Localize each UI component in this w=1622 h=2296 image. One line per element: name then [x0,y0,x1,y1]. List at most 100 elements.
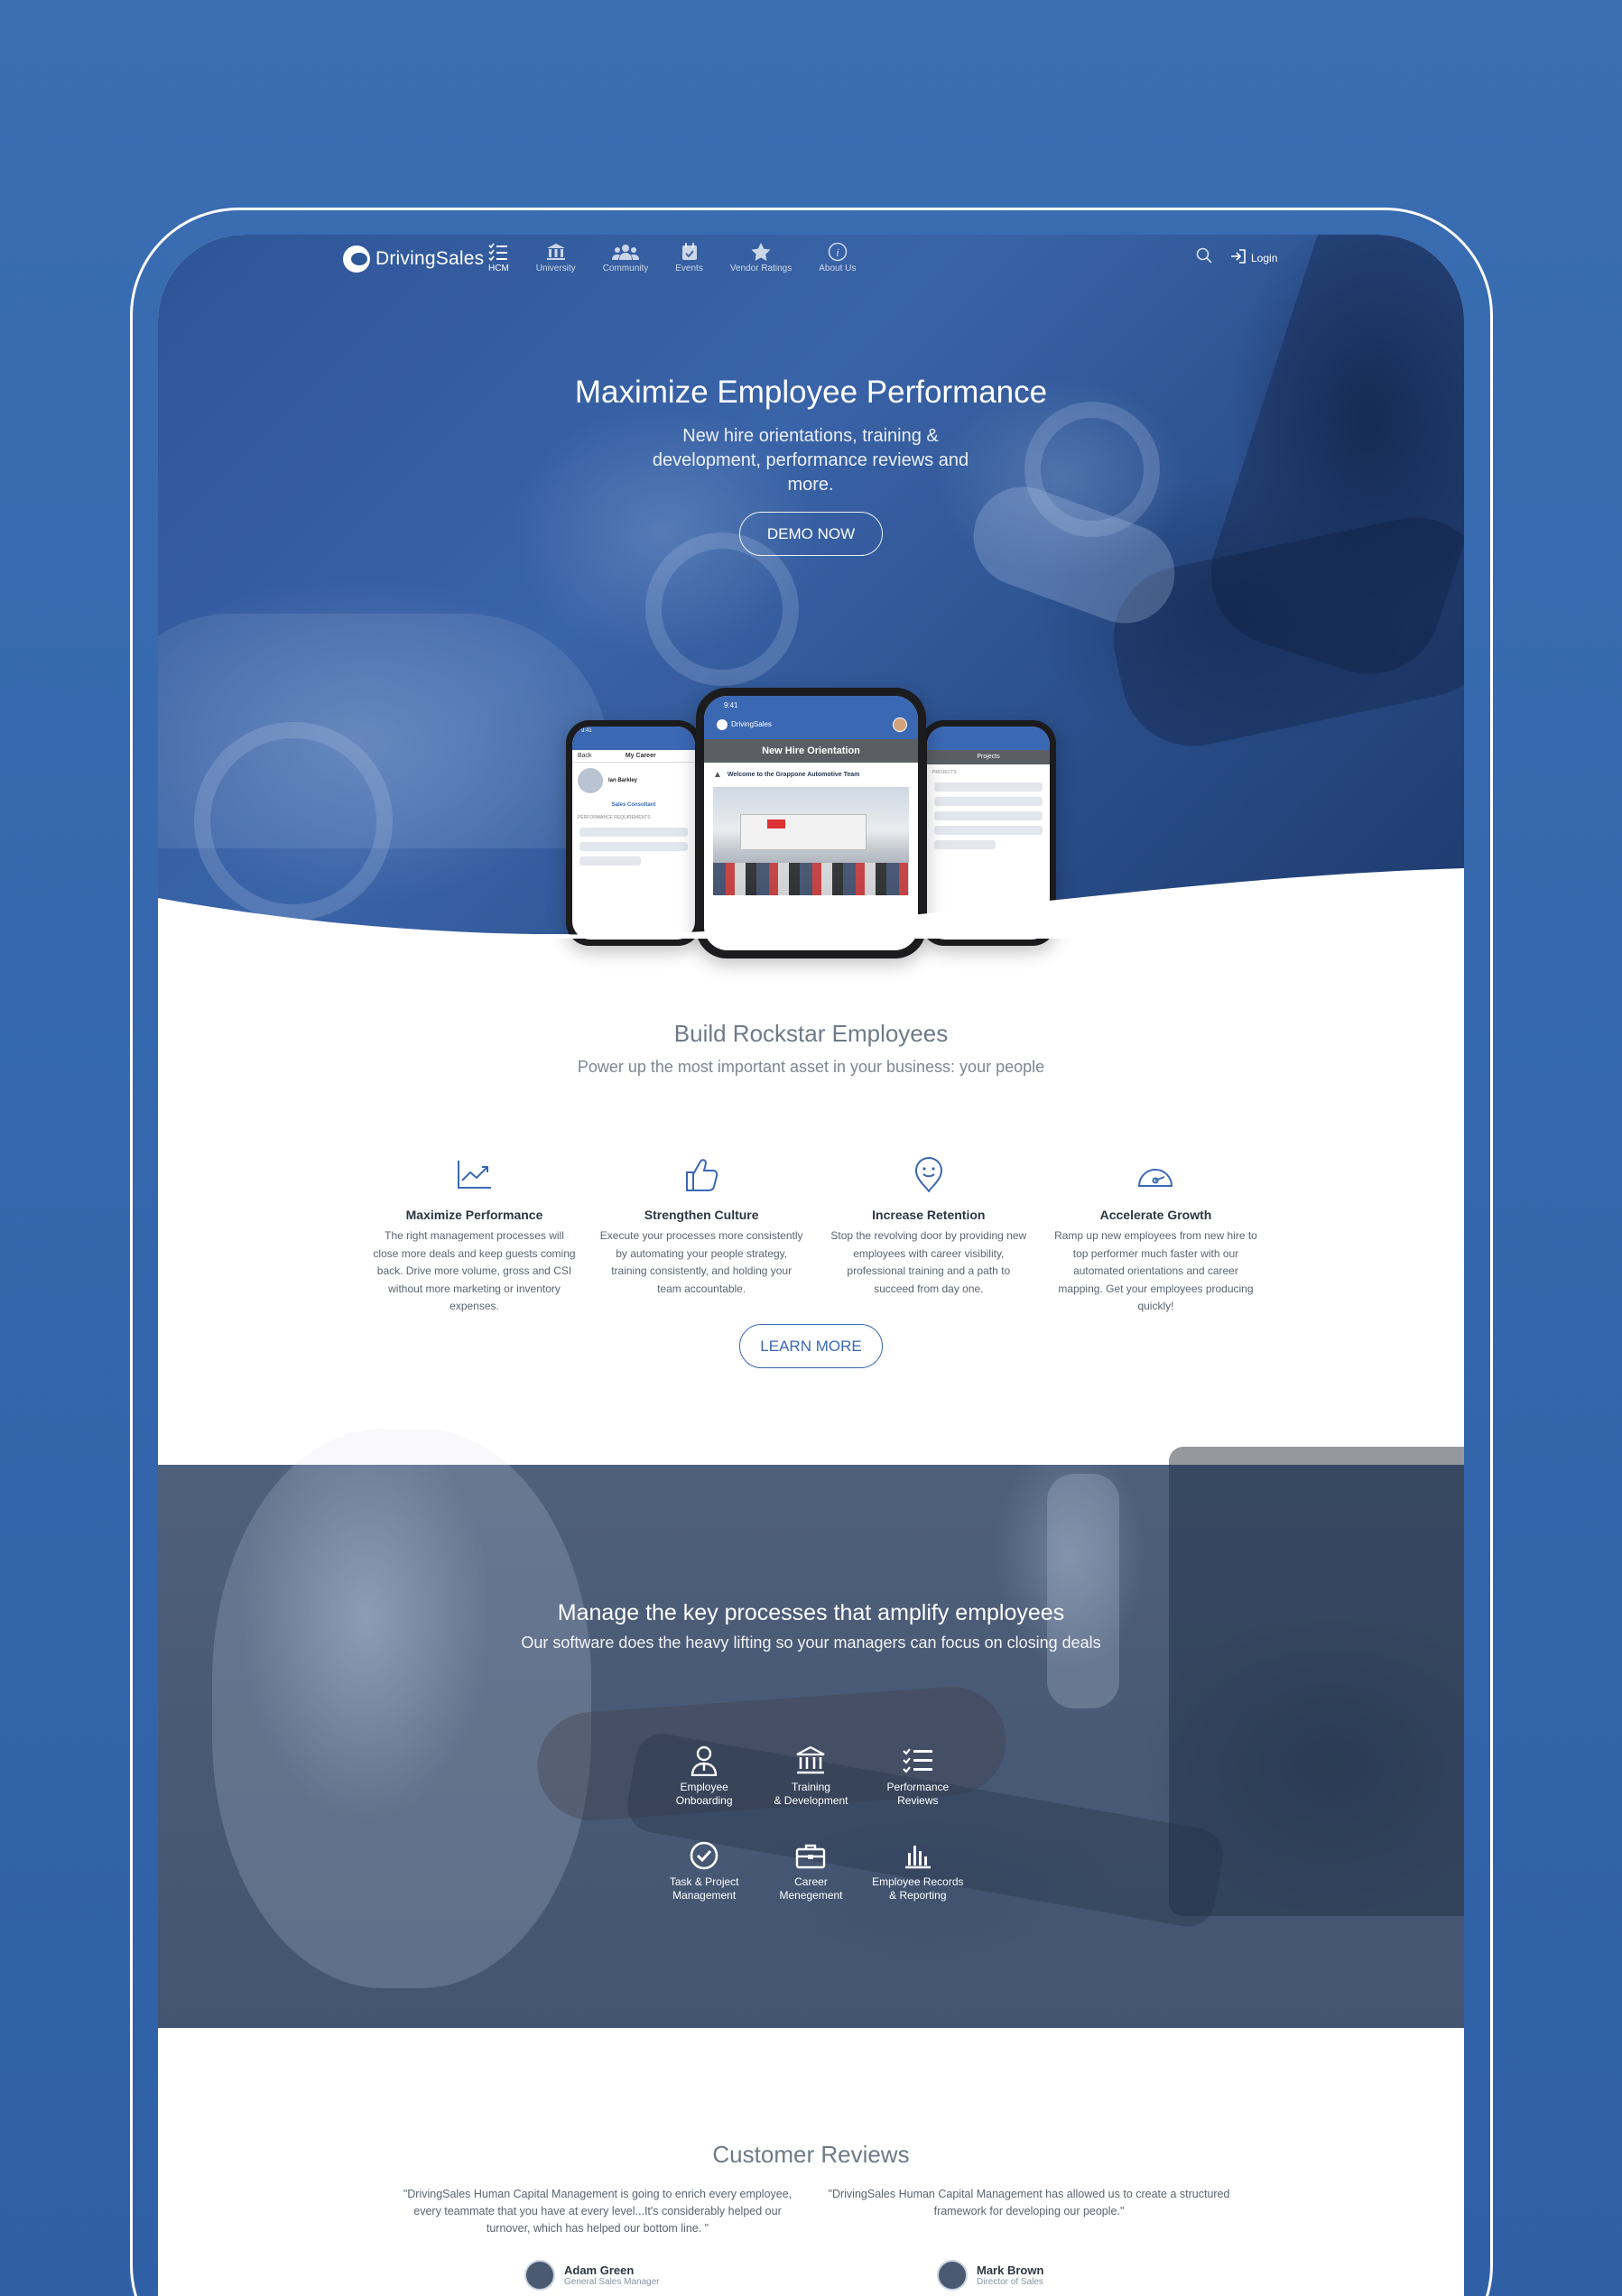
avatar [524,2260,555,2291]
avatar [893,718,907,732]
login-icon [1230,249,1247,266]
reviewer: Mark Brown Director of Sales [937,2260,1043,2291]
reviewer-role: General Sales Manager [564,2277,660,2287]
process-item[interactable]: Performance Reviews [865,1745,971,1808]
process-item[interactable]: Employee Records & Reporting [865,1839,971,1903]
feature-text: Stop the revolving door by providing new… [830,1229,1027,1295]
learn-more-button[interactable]: LEARN MORE [739,1324,883,1368]
employee-icon [651,1745,757,1777]
nav-label: University [535,264,576,273]
svg-text:i: i [836,245,839,259]
feature-card: Increase Retention Stop the revolving do… [827,1155,1030,1316]
review-quote: "DrivingSales Human Capital Management h… [828,2188,1230,2217]
nav-item-hcm[interactable]: HCM [488,242,509,273]
process-label: Employee Onboarding [675,1781,733,1807]
phone-left-back: Back [578,753,592,759]
nav-label: Vendor Ratings [729,264,792,273]
nav-item-about-us[interactable]: i About Us [819,242,856,273]
info-icon: i [828,242,848,262]
phone-center-card-title: Welcome to the Grappone Automotive Team [727,772,860,778]
process-section: Manage the key processes that amplify em… [158,1429,1464,2028]
reviewer-name: Mark Brown [977,2264,1044,2277]
nav-label: About Us [819,264,857,273]
avatar [937,2260,968,2291]
feature-text: Ramp up new employees from new hire to t… [1054,1229,1257,1312]
reviews-title: Customer Reviews [712,2141,910,2168]
hero-section: DrivingSales HCM University Community Ev… [158,235,1464,958]
people-icon [611,242,639,262]
phone-left-title: My Career [625,753,656,759]
process-label: Training & Development [774,1781,848,1807]
feature-text: The right management processes will clos… [373,1229,576,1312]
process-subtitle: Our software does the heavy lifting so y… [521,1634,1101,1652]
phone-center-time: 9:41 [724,701,738,709]
phone-center-logo-icon [717,719,728,730]
reviewer-role: Director of Sales [977,2277,1043,2287]
phone-right-title: Projects [927,750,1050,764]
login-label: Login [1251,251,1278,264]
calendar-icon [681,242,698,262]
nav-item-university[interactable]: University [536,242,576,273]
logo-mark-icon [343,245,370,273]
reviews-section: Customer Reviews "DrivingSales Human Cap… [158,2028,1464,2296]
search-icon[interactable] [1196,247,1212,268]
process-label: Career Menegement [779,1875,843,1902]
process-item[interactable]: Employee Onboarding [651,1745,757,1808]
feature-card: Strengthen Culture Execute your processe… [600,1155,803,1316]
feature-title: Accelerate Growth [1099,1208,1212,1222]
hero-title: Maximize Employee Performance [574,375,1048,410]
reviewer-name: Adam Green [564,2264,635,2277]
hero-subtitle: New hire orientations, training & develo… [652,426,969,495]
feature-title: Increase Retention [872,1208,986,1222]
bank-icon [757,1745,864,1777]
nav-item-community[interactable]: Community [602,242,649,273]
reviewer: Adam Green General Sales Manager [524,2260,660,2291]
bar-chart-icon [865,1839,971,1872]
graduation-icon: ▲ [713,770,722,780]
speedometer-icon [1054,1155,1257,1193]
trend-chart-icon [373,1155,576,1193]
top-nav: DrivingSales HCM University Community Ev… [158,235,1464,307]
process-item[interactable]: Task & Project Management [651,1839,757,1903]
nav-item-events[interactable]: Events [675,242,703,273]
phone-left-section: PERFORMANCE REQUIREMENTS [578,815,651,820]
smiley-pin-icon [827,1155,1030,1193]
feature-title: Maximize Performance [405,1208,543,1222]
check-circle-icon [651,1839,757,1872]
process-label: Performance Reviews [886,1781,950,1807]
feature-title: Strengthen Culture [644,1208,759,1222]
phone-center-title: New Hire Orientation [704,739,918,763]
checklist-icon [488,242,508,262]
logo[interactable]: DrivingSales [343,245,484,273]
process-label: Employee Records & Reporting [872,1875,964,1902]
avatar [578,768,603,793]
briefcase-icon [757,1839,864,1872]
demo-now-button[interactable]: DEMO NOW [739,512,883,556]
login-button[interactable]: Login [1230,249,1277,266]
process-item[interactable]: Career Menegement [757,1839,864,1903]
checklist-icon [865,1745,971,1777]
process-grid: Employee Onboarding Training & Developme… [651,1745,971,1903]
hero-wave-divider [158,868,1464,939]
nav-label: HCM [488,264,509,273]
phone-center-app-name: DrivingSales [731,720,772,728]
phone-right-section: PROJECTS [932,770,957,775]
process-item[interactable]: Training & Development [757,1745,864,1808]
review-quote: "DrivingSales Human Capital Management i… [403,2188,792,2235]
features-title: Build Rockstar Employees [673,1020,949,1047]
nav-label: Community [602,264,649,273]
nav-label: Events [675,264,703,273]
feature-text: Execute your processes more consistently… [599,1229,803,1295]
process-title: Manage the key processes that amplify em… [557,1600,1065,1625]
phone-left-time: 9:41 [581,728,592,734]
phone-left-user: Ian Barkley [608,778,638,783]
nav-item-vendor-ratings[interactable]: Vendor Ratings [730,242,792,273]
thumbs-up-icon [600,1155,803,1193]
feature-card: Accelerate Growth Ramp up new employees … [1054,1155,1257,1316]
star-icon [751,242,771,262]
browser-screen: DrivingSales HCM University Community Ev… [158,235,1464,2296]
logo-text: DrivingSales [375,248,485,269]
features-row: Maximize Performance The right managemen… [373,1155,1257,1316]
feature-card: Maximize Performance The right managemen… [373,1155,576,1316]
process-label: Task & Project Management [669,1875,739,1902]
